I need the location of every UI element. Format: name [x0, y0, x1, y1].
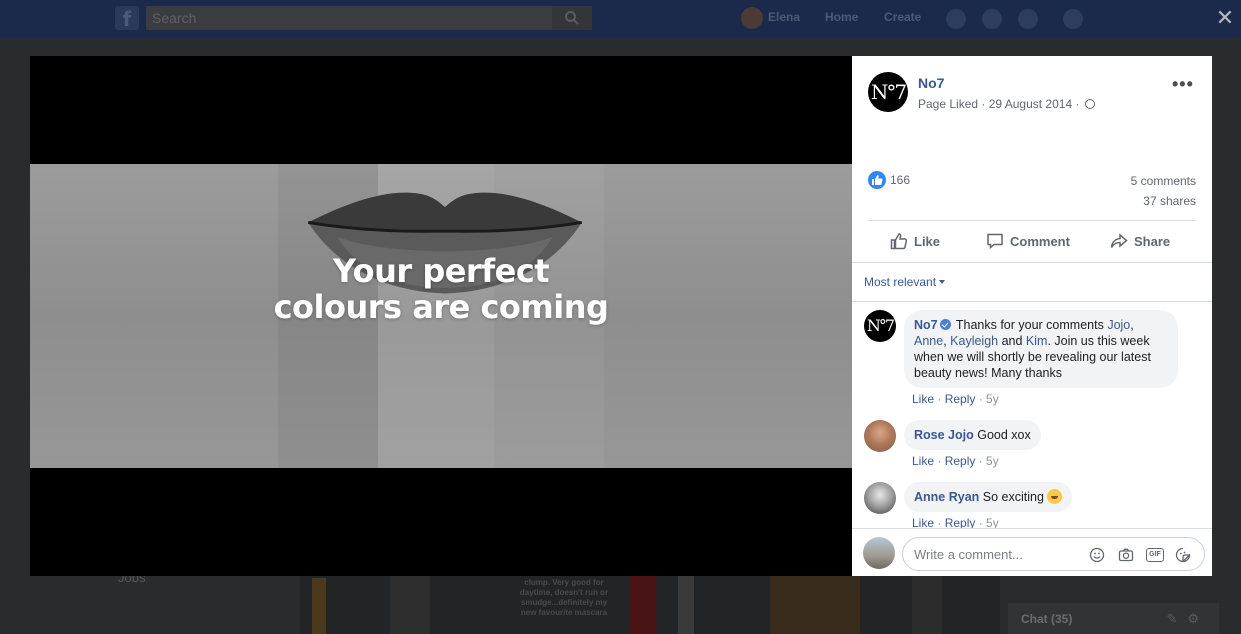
search-placeholder: Search: [152, 10, 197, 26]
page-name-link[interactable]: No7: [918, 75, 944, 91]
more-options-icon[interactable]: •••: [1172, 74, 1194, 95]
headline-line-1: Your perfect: [332, 252, 550, 290]
facebook-top-bar: f Search Elena Home Create: [0, 0, 1241, 38]
home-link[interactable]: Home: [825, 10, 858, 24]
comment-time[interactable]: 5y: [986, 454, 999, 468]
product-image: [770, 576, 860, 634]
verified-badge-icon: [939, 319, 951, 330]
comment-bubble: No7 Thanks for your comments Jojo, Anne,…: [904, 310, 1178, 388]
comment-text: Thanks for your comments: [952, 318, 1108, 332]
comment-reply-link[interactable]: Reply: [945, 454, 976, 468]
like-button[interactable]: Like: [890, 232, 940, 250]
comment-sort-dropdown[interactable]: Most relevant: [864, 275, 946, 289]
comment-like-link[interactable]: Like: [912, 454, 934, 468]
comment-reply-link[interactable]: Reply: [945, 392, 976, 406]
share-button[interactable]: Share: [1110, 232, 1170, 250]
page-avatar[interactable]: N°7: [868, 72, 908, 112]
comment-mention[interactable]: Kayleigh: [950, 334, 998, 348]
friend-requests-icon[interactable]: [946, 9, 966, 29]
comment-actions: Like · Reply · 5y: [912, 392, 999, 406]
close-icon[interactable]: ✕: [1212, 5, 1238, 31]
comment-sort-label: Most relevant: [864, 275, 937, 289]
messenger-icon[interactable]: [982, 9, 1002, 29]
search-button[interactable]: [552, 6, 592, 30]
search-icon: [565, 11, 579, 25]
help-icon[interactable]: [1063, 9, 1083, 29]
product-image: [630, 576, 656, 634]
current-user-avatar[interactable]: [863, 537, 895, 569]
comment-bubble: Anne Ryan So exciting: [904, 482, 1073, 512]
comment-icon: [987, 233, 1003, 250]
divider: [852, 301, 1212, 302]
post-photo: Your perfect colours are coming: [30, 164, 852, 468]
divider: [868, 220, 1196, 221]
comment-actions: Like · Reply · 5y: [912, 454, 999, 468]
laughing-emoji-icon: [1047, 489, 1063, 504]
comment-time[interactable]: 5y: [986, 392, 999, 406]
comment-author[interactable]: No7: [914, 318, 938, 332]
comment-mention[interactable]: Anne: [914, 334, 943, 348]
comment-button-label: Comment: [1010, 234, 1070, 249]
comment-author[interactable]: Rose Jojo: [914, 428, 974, 442]
chat-options-icons[interactable]: ✎⚙: [1166, 611, 1209, 627]
like-count[interactable]: 166: [890, 173, 910, 187]
notifications-icon[interactable]: [1018, 9, 1038, 29]
like-reaction-icon[interactable]: [868, 171, 886, 189]
post-panel: N°7 No7 Page Liked · 29 August 2014 · ••…: [852, 56, 1212, 576]
comment-mention[interactable]: Kim: [1026, 334, 1048, 348]
product-image: [912, 576, 942, 634]
search-input[interactable]: Search: [146, 6, 592, 30]
product-review-caption: clump. Very good for daytime, doesn't ru…: [519, 578, 609, 617]
comment-text: Good xox: [977, 428, 1031, 442]
comment-like-link[interactable]: Like: [912, 392, 934, 406]
facebook-logo-icon[interactable]: f: [115, 6, 139, 31]
shares-count[interactable]: 37 shares: [1143, 194, 1196, 208]
caret-down-icon: [939, 280, 946, 284]
comment-author[interactable]: Anne Ryan: [914, 490, 979, 504]
post-meta-text: Page Liked · 29 August 2014 ·: [918, 97, 1080, 111]
comments-count[interactable]: 5 comments: [1131, 174, 1196, 188]
comment-bubble: Rose Jojo Good xox: [904, 420, 1041, 450]
product-image: [390, 576, 430, 634]
account-menu-chevron-down-icon[interactable]: [1100, 9, 1114, 29]
background-product-strip: [300, 576, 1000, 634]
thumbs-up-icon: [890, 233, 908, 250]
share-button-label: Share: [1134, 234, 1171, 249]
product-image: [678, 576, 694, 634]
profile-link[interactable]: Elena: [768, 10, 800, 24]
media-viewer[interactable]: Your perfect colours are coming: [30, 56, 852, 576]
gif-icon[interactable]: GIF: [1146, 548, 1164, 562]
headline-line-2: colours are coming: [273, 288, 609, 326]
create-link[interactable]: Create: [884, 10, 921, 24]
sticker-icon[interactable]: [1175, 547, 1191, 563]
share-icon: [1110, 233, 1128, 248]
comment-composer: Write a comment... GIF: [852, 528, 1212, 576]
divider: [852, 262, 1212, 263]
comment-input-placeholder: Write a comment...: [914, 547, 1023, 562]
chat-bar[interactable]: Chat (35) ✎⚙: [1008, 603, 1219, 634]
globe-icon: [1084, 99, 1095, 109]
user-avatar[interactable]: [741, 7, 763, 29]
chat-label: Chat (35): [1021, 612, 1073, 626]
comment-button[interactable]: Comment: [986, 232, 1070, 250]
comment-avatar[interactable]: [864, 482, 896, 514]
like-button-label: Like: [914, 234, 941, 249]
camera-icon[interactable]: [1118, 547, 1134, 563]
post-meta: Page Liked · 29 August 2014 ·: [918, 97, 1095, 111]
comment-avatar[interactable]: [864, 420, 896, 452]
comment-mention[interactable]: Jojo: [1107, 318, 1130, 332]
comment-input[interactable]: Write a comment... GIF: [902, 537, 1205, 571]
emoji-icon[interactable]: [1089, 547, 1105, 563]
comment-text: So exciting: [982, 490, 1044, 504]
product-image: [312, 578, 326, 634]
comment-avatar[interactable]: N°7: [864, 310, 896, 342]
